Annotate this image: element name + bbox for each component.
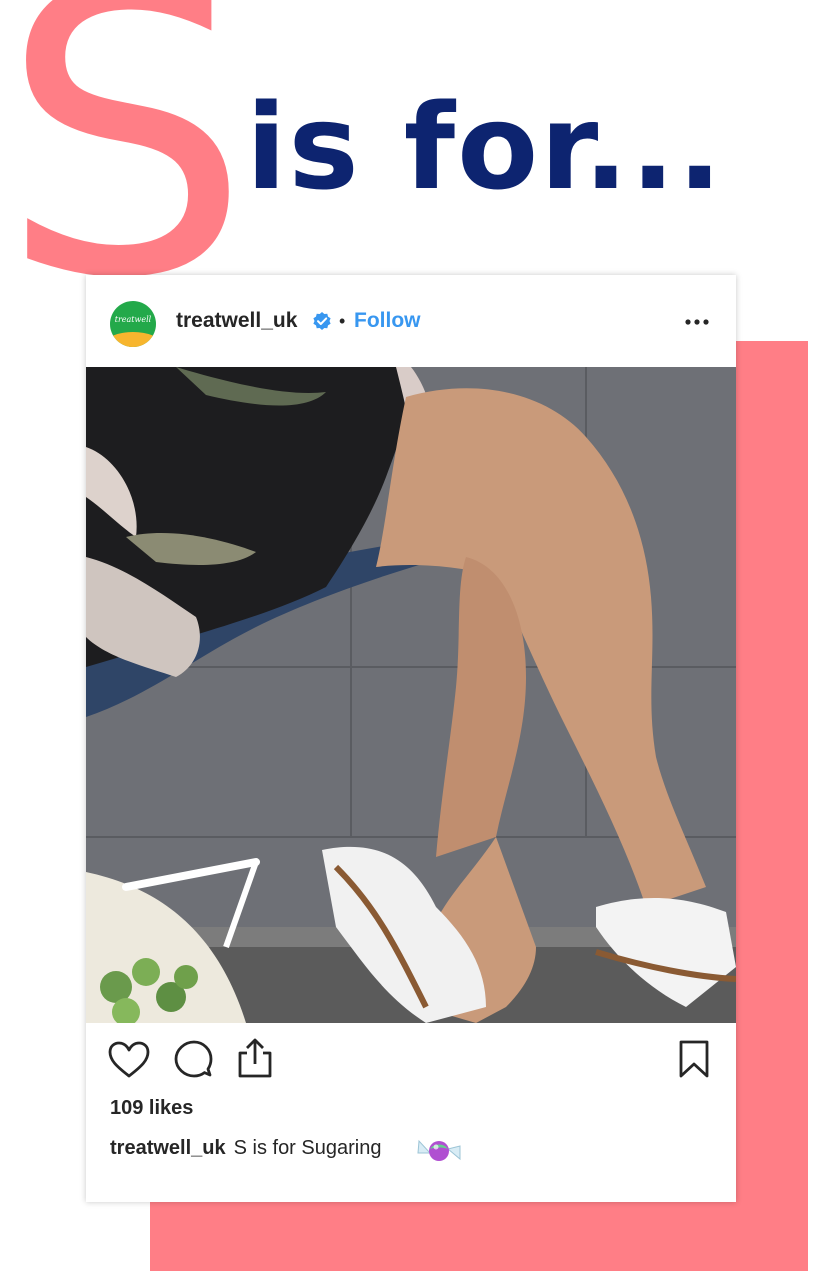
headline-text: is for...: [246, 78, 725, 216]
post-photo[interactable]: [86, 367, 736, 1023]
heart-icon[interactable]: [108, 1041, 150, 1079]
post-username[interactable]: treatwell_uk: [176, 309, 297, 333]
instagram-post-card: treatwell treatwell_uk • Follow 109 like…: [86, 275, 736, 1202]
share-icon[interactable]: [236, 1037, 274, 1079]
separator-dot: •: [339, 311, 346, 331]
caption-username[interactable]: treatwell_uk: [110, 1137, 226, 1159]
verified-badge-icon: [313, 312, 331, 330]
avatar-wordmark: treatwell: [114, 315, 152, 324]
follow-button[interactable]: Follow: [354, 309, 421, 333]
avatar-swoosh: [110, 332, 156, 347]
avatar[interactable]: treatwell: [110, 301, 156, 347]
bookmark-icon[interactable]: [678, 1039, 710, 1079]
post-caption: treatwell_uk S is for Sugaring: [110, 1137, 381, 1160]
caption-text: S is for Sugaring: [233, 1137, 382, 1159]
likes-count[interactable]: 109 likes: [110, 1097, 193, 1120]
more-options-icon[interactable]: [682, 305, 712, 335]
post-action-bar: [86, 1023, 736, 1103]
post-header: treatwell treatwell_uk • Follow: [86, 275, 736, 367]
comment-icon[interactable]: [173, 1039, 213, 1079]
candy-emoji: [417, 1139, 461, 1161]
